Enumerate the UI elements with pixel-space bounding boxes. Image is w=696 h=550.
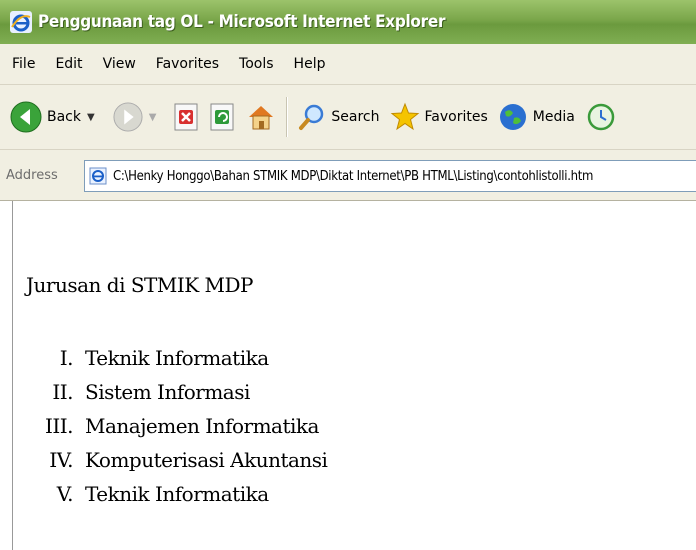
media-button[interactable]: Media <box>498 102 575 132</box>
forward-button[interactable]: ▼ <box>113 102 157 132</box>
back-label: Back <box>47 109 81 125</box>
address-bar: Address C:\Henky Honggo\Bahan STMIK MDP\… <box>0 150 696 201</box>
list-number: IV. <box>49 448 73 472</box>
ie-icon <box>10 11 32 33</box>
search-label: Search <box>331 109 380 125</box>
favorites-label: Favorites <box>424 109 488 125</box>
list-text: Manajemen Informatika <box>85 414 319 438</box>
home-icon <box>249 106 274 130</box>
list-number: V. <box>56 482 74 506</box>
forward-arrow-icon <box>113 102 143 132</box>
home-button[interactable] <box>246 102 276 132</box>
address-url: C:\Henky Honggo\Bahan STMIK MDP\Diktat I… <box>113 168 594 184</box>
search-button[interactable]: Search <box>298 103 380 131</box>
list-number: II. <box>52 380 73 404</box>
toolbar-separator <box>286 97 289 137</box>
menu-bar: File Edit View Favorites Tools Help <box>0 44 696 85</box>
menu-view[interactable]: View <box>103 56 136 72</box>
menu-tools[interactable]: Tools <box>239 56 274 72</box>
menu-edit[interactable]: Edit <box>55 56 82 72</box>
refresh-button[interactable] <box>210 103 236 131</box>
history-button[interactable] <box>587 103 615 131</box>
list-number: I. <box>59 346 74 370</box>
page-heading: Jurusan di STMIK MDP <box>26 273 254 297</box>
media-icon <box>499 104 526 130</box>
search-icon <box>299 104 324 130</box>
refresh-icon <box>210 103 234 131</box>
stop-button[interactable] <box>174 103 200 131</box>
back-button[interactable]: Back ▼ <box>10 101 95 133</box>
list-text: Sistem Informasi <box>85 380 250 404</box>
list-text: Teknik Informatika <box>85 482 269 506</box>
menu-help[interactable]: Help <box>294 56 326 72</box>
list-text: Teknik Informatika <box>85 346 269 370</box>
toolbar: Back ▼ ▼ Search Favorites Media <box>0 85 696 150</box>
page-content: Jurusan di STMIK MDP I. Teknik Informati… <box>12 201 696 550</box>
address-input[interactable]: C:\Henky Honggo\Bahan STMIK MDP\Diktat I… <box>84 160 696 192</box>
list-text: Komputerisasi Akuntansi <box>85 448 328 472</box>
chevron-down-icon[interactable]: ▼ <box>87 112 95 123</box>
address-label: Address <box>6 167 58 183</box>
favorites-button[interactable]: Favorites <box>390 102 488 132</box>
menu-file[interactable]: File <box>12 56 35 72</box>
stop-icon <box>174 103 198 131</box>
title-bar[interactable]: Penggunaan tag OL - Microsoft Internet E… <box>0 0 696 44</box>
page-icon <box>89 167 107 185</box>
menu-favorites[interactable]: Favorites <box>156 56 219 72</box>
media-label: Media <box>532 109 575 125</box>
window-title: Penggunaan tag OL - Microsoft Internet E… <box>38 12 446 32</box>
list-number: III. <box>44 414 74 438</box>
back-arrow-icon <box>10 101 42 133</box>
history-icon <box>587 103 615 131</box>
star-icon <box>390 102 419 131</box>
chevron-down-icon[interactable]: ▼ <box>149 112 157 123</box>
